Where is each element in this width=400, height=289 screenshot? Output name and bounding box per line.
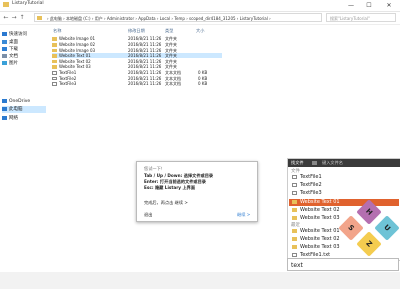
tooltip-title: 您试一下！: [144, 166, 165, 171]
sidebar-item-downloads[interactable]: 下载: [2, 46, 46, 53]
document-icon: [2, 53, 7, 58]
column-header-size[interactable]: 大小: [196, 28, 204, 34]
sidebar-item-this-pc[interactable]: 此电脑: [2, 106, 46, 113]
szhu-logo: S Z H U: [338, 199, 400, 259]
tooltip-next-link[interactable]: 继续 >: [237, 212, 250, 218]
table-row[interactable]: TextFile3 2016/8/21 11:26 文本文档 0 KB: [52, 81, 222, 86]
folder-icon: [292, 228, 297, 233]
list-item[interactable]: TextFile2: [292, 182, 396, 189]
folder-icon: [37, 16, 42, 20]
computer-icon: [2, 106, 7, 111]
address-row: ← → ↑ › 此电脑 › 本地磁盘 (C:) › 用户 › Administr…: [0, 12, 400, 25]
folder-icon: [292, 215, 297, 220]
sidebar-item-quick-access[interactable]: 快速访问: [2, 31, 46, 38]
sidebar: 快速访问 桌面 下载 文档 图片 OneDrive 此电脑 网络: [0, 25, 48, 272]
back-arrow-icon[interactable]: ←: [2, 13, 10, 23]
title-bar: ListaryTutorial — ☐ ✕: [0, 0, 400, 12]
folder-icon: [52, 48, 57, 53]
sidebar-item-network[interactable]: 网络: [2, 115, 46, 122]
folder-icon: [292, 244, 297, 249]
logo-tile-u: U: [374, 215, 400, 241]
picture-icon: [2, 60, 7, 65]
desktop-icon: [2, 39, 7, 44]
window-title: ListaryTutorial: [12, 1, 44, 6]
text-file-icon: [292, 182, 297, 187]
table-row[interactable]: Website Image 01 2016/8/21 11:26 文件夹: [52, 36, 222, 41]
listary-search-input[interactable]: text: [287, 258, 399, 271]
logo-tile-s: S: [338, 215, 364, 241]
network-icon: [2, 115, 7, 120]
folder-icon: [52, 59, 57, 64]
tutorial-tooltip: 您试一下！ Tab / Up / Down: 选择文件或目录 Enter: 打开…: [136, 161, 258, 222]
text-file-icon: [52, 71, 57, 75]
sidebar-item-onedrive[interactable]: OneDrive: [2, 98, 46, 105]
folder-icon: [292, 236, 297, 241]
close-button[interactable]: ✕: [382, 0, 396, 11]
text-file-icon: [52, 82, 57, 86]
folder-icon: [3, 2, 9, 7]
tooltip-hint: 完成后，再点击 继续 >: [144, 200, 188, 205]
address-bar[interactable]: › 此电脑 › 本地磁盘 (C:) › 用户 › Administrator ›…: [34, 13, 322, 22]
logo-tile-z: Z: [356, 231, 382, 257]
maximize-button[interactable]: ☐: [362, 0, 376, 11]
search-input[interactable]: 搜索"ListaryTutorial": [326, 13, 396, 22]
cloud-icon: [2, 98, 7, 103]
minimize-button[interactable]: —: [344, 0, 358, 11]
listary-header-input[interactable]: 键入文件名: [322, 159, 343, 167]
download-icon: [2, 46, 7, 51]
listary-panel: 找文件 键入文件名 文件 TextFile1 TextFile2 TextFil…: [287, 158, 400, 261]
up-arrow-icon[interactable]: ↑: [18, 13, 26, 23]
tooltip-exit-link[interactable]: 退出: [144, 212, 152, 218]
list-item[interactable]: TextFile3: [292, 190, 396, 197]
listary-header: 找文件 键入文件名: [288, 159, 400, 167]
folder-icon: [292, 199, 297, 204]
listary-header-label: 找文件: [291, 160, 304, 165]
tooltip-line-3: Esc: 隐藏 Listary 上界面: [144, 185, 196, 190]
sidebar-item-pictures[interactable]: 图片: [2, 60, 46, 67]
list-item[interactable]: TextFile1: [292, 174, 396, 181]
forward-arrow-icon[interactable]: →: [10, 13, 18, 23]
folder-icon: [52, 43, 57, 47]
table-row[interactable]: Website Text 03 2016/8/21 11:26 文件夹: [52, 64, 222, 69]
status-area: [0, 272, 400, 289]
column-header-name[interactable]: 名称: [53, 28, 61, 34]
column-header-type[interactable]: 类型: [165, 28, 173, 34]
folder-icon: [52, 37, 57, 41]
star-icon: [2, 31, 7, 36]
folder-icon: [292, 207, 297, 212]
text-file-icon: [292, 252, 297, 257]
sidebar-item-desktop[interactable]: 桌面: [2, 39, 46, 46]
search-icon: [312, 161, 317, 165]
text-file-icon: [292, 174, 297, 179]
folder-icon: [52, 54, 57, 58]
folder-icon: [52, 65, 57, 69]
text-file-icon: [292, 190, 297, 195]
sidebar-item-documents[interactable]: 文档: [2, 53, 46, 60]
list-item-selected[interactable]: Website Text 01: [289, 199, 399, 207]
text-file-icon: [52, 76, 57, 81]
column-header-date[interactable]: 修改日期: [128, 28, 145, 34]
